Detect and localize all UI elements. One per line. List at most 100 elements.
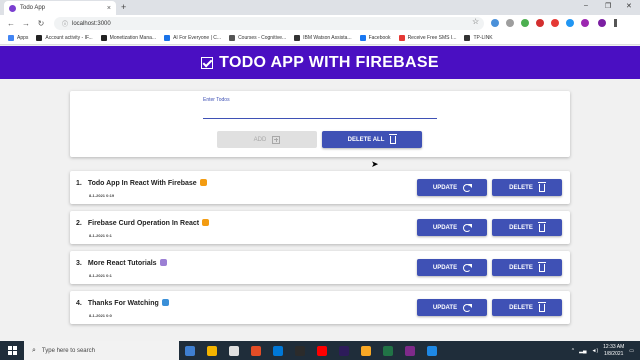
reload-icon[interactable]: ↻ <box>37 19 45 28</box>
bookmark-label: Facebook <box>368 35 391 41</box>
update-button-label: UPDATE <box>432 304 458 311</box>
todo-input[interactable] <box>203 105 437 119</box>
back-icon[interactable]: ← <box>7 19 15 28</box>
maximize-button[interactable]: ❐ <box>605 2 611 10</box>
delete-button-label: DELETE <box>509 304 533 311</box>
update-button[interactable]: UPDATE <box>417 179 487 196</box>
browser-tab[interactable]: Todo App × <box>4 1 116 15</box>
delete-button-label: DELETE <box>509 184 533 191</box>
extension-icon[interactable] <box>551 19 559 27</box>
clock-time: 12:33 AM <box>603 343 625 350</box>
search-icon: ⌕ <box>32 346 36 354</box>
windows-taskbar: ⌕ Type here to search ^ ▂▄ ◄) 12:33 AM 1… <box>0 341 640 360</box>
bookmark-star-icon[interactable]: ☆ <box>472 17 479 26</box>
up-arrow-icon[interactable]: ^ <box>572 348 574 354</box>
bookmark-favicon-icon <box>229 35 236 41</box>
minimize-button[interactable]: – <box>584 2 588 9</box>
bookmark-favicon-icon <box>36 35 43 41</box>
taskbar-app-icon[interactable] <box>333 341 355 360</box>
taskbar-search[interactable]: ⌕ Type here to search <box>24 341 179 360</box>
taskbar-app-icon[interactable] <box>201 341 223 360</box>
taskbar-app-icon[interactable] <box>289 341 311 360</box>
tab-title: Todo App <box>20 5 46 11</box>
tab-close-icon[interactable]: × <box>107 5 111 12</box>
delete-button[interactable]: DELETE <box>492 219 562 236</box>
emoji-icon <box>202 219 210 226</box>
bookmark-favicon-icon <box>464 35 471 41</box>
taskbar-app-icon[interactable] <box>399 341 421 360</box>
bookmark-item[interactable]: Receive Free SMS I... <box>398 35 457 41</box>
bookmark-label: Receive Free SMS I... <box>407 35 457 41</box>
delete-button[interactable]: DELETE <box>492 179 562 196</box>
todo-text: More React Tutorials <box>87 260 157 267</box>
taskbar-app-icon[interactable] <box>179 341 201 360</box>
taskbar-app-icon[interactable] <box>421 341 443 360</box>
refresh-icon <box>463 263 473 272</box>
trash-icon <box>537 301 546 312</box>
taskbar-app-icon[interactable] <box>355 341 377 360</box>
todo-title: 2. Firebase Curd Operation In React <box>76 219 210 227</box>
bookmark-item[interactable]: IBM Watson Assista... <box>294 35 352 41</box>
bookmark-item[interactable]: Courses - Cognitive... <box>229 35 286 41</box>
update-button[interactable]: UPDATE <box>417 219 487 236</box>
todo-text: Todo App In React With Firebase <box>87 180 197 187</box>
delete-all-button[interactable]: DELETE ALL <box>322 131 422 148</box>
taskbar-app-icon[interactable] <box>245 341 267 360</box>
bookmark-item[interactable]: AI For Everyone | C... <box>164 35 221 41</box>
info-icon[interactable]: ⓘ <box>62 19 68 28</box>
bookmark-label: Account activity - IF... <box>45 35 93 41</box>
update-button-label: UPDATE <box>432 224 458 231</box>
trash-icon <box>537 181 546 192</box>
todo-item: 3. More React Tutorials 8-1-2021 0:1 UPDATE… <box>70 251 570 284</box>
todo-date: 8-1-2021 0:19 <box>89 193 115 198</box>
menu-icon[interactable] <box>614 19 617 27</box>
bookmark-item[interactable]: TP-LINK <box>464 35 493 41</box>
todo-number: 2. <box>76 220 82 227</box>
volume-icon[interactable]: ◄) <box>592 348 599 354</box>
update-button[interactable]: UPDATE <box>417 259 487 276</box>
delete-button-label: DELETE <box>509 224 533 231</box>
checkbox-icon <box>201 56 214 69</box>
extension-icon[interactable] <box>521 19 529 27</box>
taskbar-app-icon[interactable] <box>377 341 399 360</box>
bookmark-item[interactable]: Monetization Mana... <box>100 35 156 41</box>
start-button[interactable] <box>0 341 24 360</box>
url-input[interactable]: ⓘ localhost:3000 <box>54 17 484 30</box>
todo-title: 3. More React Tutorials <box>76 259 167 267</box>
forward-icon[interactable]: → <box>22 19 30 28</box>
taskbar-app-icon[interactable] <box>311 341 333 360</box>
extension-icon[interactable] <box>536 19 544 27</box>
delete-all-label: DELETE ALL <box>347 136 385 143</box>
extension-icon[interactable] <box>581 19 589 27</box>
taskbar-app-icon[interactable] <box>223 341 245 360</box>
update-button[interactable]: UPDATE <box>417 299 487 316</box>
bookmark-item[interactable]: Facebook <box>359 35 391 41</box>
notifications-icon[interactable]: ▭ <box>629 348 634 354</box>
delete-button[interactable]: DELETE <box>492 259 562 276</box>
clock[interactable]: 12:33 AM 1/8/2021 <box>603 344 624 358</box>
extension-icon[interactable] <box>491 19 499 27</box>
todo-number: 1. <box>76 180 82 187</box>
network-icon[interactable]: ▂▄ <box>579 348 586 354</box>
emoji-icon <box>159 259 167 266</box>
bookmark-item[interactable]: Apps <box>8 35 28 41</box>
bookmark-label: IBM Watson Assista... <box>303 35 352 41</box>
bookmark-favicon-icon <box>398 35 405 41</box>
refresh-icon <box>463 223 473 232</box>
close-window-button[interactable]: ✕ <box>626 2 632 10</box>
emoji-icon <box>199 179 207 186</box>
app-header: TODO APP WITH FIREBASE <box>0 46 640 79</box>
bookmark-favicon-icon <box>100 35 107 41</box>
delete-button[interactable]: DELETE <box>492 299 562 316</box>
bookmarks-bar: Apps Account activity - IF... Monetization… <box>0 32 640 45</box>
bookmark-item[interactable]: Account activity - IF... <box>36 35 93 41</box>
profile-avatar[interactable] <box>598 19 606 27</box>
add-button[interactable]: ADD <box>217 131 317 148</box>
extension-icon[interactable] <box>506 19 514 27</box>
new-tab-button[interactable]: + <box>121 2 126 12</box>
todo-item: 2. Firebase Curd Operation In React 8-1-20… <box>70 211 570 244</box>
taskbar-app-icon[interactable] <box>267 341 289 360</box>
browser-tab-strip: Todo App × + – ❐ ✕ <box>0 0 640 15</box>
todo-input-label: Enter Todos <box>203 97 230 103</box>
extension-icon[interactable] <box>566 19 574 27</box>
